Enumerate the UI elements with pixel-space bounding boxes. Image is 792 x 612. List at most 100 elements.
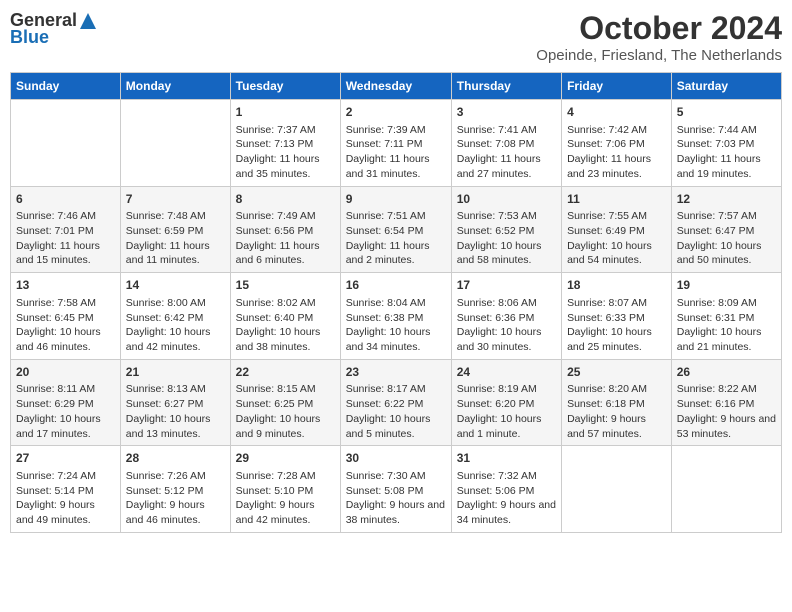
day-number: 12 — [677, 191, 776, 208]
calendar-cell: 19 Sunrise: 8:09 AM Sunset: 6:31 PM Dayli… — [671, 273, 781, 360]
logo-icon — [79, 12, 97, 30]
calendar-cell: 2Sunrise: 7:39 AM Sunset: 7:11 PM Daylig… — [340, 100, 451, 187]
cell-content: Sunrise: 7:51 AM Sunset: 6:54 PM Dayligh… — [346, 209, 446, 268]
cell-content: Sunrise: 7:24 AM Sunset: 5:14 PM Dayligh… — [16, 469, 115, 528]
day-number: 31 — [457, 450, 556, 467]
cell-content: Sunrise: 8:02 AM Sunset: 6:40 PM Dayligh… — [236, 296, 335, 355]
calendar-cell: 25Sunrise: 8:20 AM Sunset: 6:18 PM Dayli… — [562, 359, 672, 446]
calendar-cell: 10Sunrise: 7:53 AM Sunset: 6:52 PM Dayli… — [451, 186, 561, 273]
day-number: 27 — [16, 450, 115, 467]
cell-content: Sunrise: 8:17 AM Sunset: 6:22 PM Dayligh… — [346, 382, 446, 441]
day-number: 1 — [236, 104, 335, 121]
calendar-cell: 5Sunrise: 7:44 AM Sunset: 7:03 PM Daylig… — [671, 100, 781, 187]
day-number: 11 — [567, 191, 666, 208]
calendar-cell: 22Sunrise: 8:15 AM Sunset: 6:25 PM Dayli… — [230, 359, 340, 446]
cell-content: Sunrise: 7:28 AM Sunset: 5:10 PM Dayligh… — [236, 469, 335, 528]
day-number: 28 — [126, 450, 225, 467]
cell-content: Sunrise: 8:22 AM Sunset: 6:16 PM Dayligh… — [677, 382, 776, 441]
day-number: 19 — [677, 277, 776, 294]
calendar-cell: 28Sunrise: 7:26 AM Sunset: 5:12 PM Dayli… — [120, 446, 230, 533]
calendar-cell: 11Sunrise: 7:55 AM Sunset: 6:49 PM Dayli… — [562, 186, 672, 273]
cell-content: Sunrise: 8:04 AM Sunset: 6:38 PM Dayligh… — [346, 296, 446, 355]
calendar-cell: 12Sunrise: 7:57 AM Sunset: 6:47 PM Dayli… — [671, 186, 781, 273]
day-number: 7 — [126, 191, 225, 208]
calendar-week-row: 6Sunrise: 7:46 AM Sunset: 7:01 PM Daylig… — [11, 186, 782, 273]
day-number: 2 — [346, 104, 446, 121]
cell-content: Sunrise: 7:57 AM Sunset: 6:47 PM Dayligh… — [677, 209, 776, 268]
calendar-cell: 14Sunrise: 8:00 AM Sunset: 6:42 PM Dayli… — [120, 273, 230, 360]
calendar-week-row: 27 Sunrise: 7:24 AM Sunset: 5:14 PM Dayli… — [11, 446, 782, 533]
cell-content: Sunrise: 7:37 AM Sunset: 7:13 PM Dayligh… — [236, 123, 335, 182]
calendar-cell: 1 Sunrise: 7:37 AM Sunset: 7:13 PM Daylig… — [230, 100, 340, 187]
day-number: 23 — [346, 364, 446, 381]
day-number: 6 — [16, 191, 115, 208]
calendar-header-row: SundayMondayTuesdayWednesdayThursdayFrid… — [11, 73, 782, 100]
cell-content: Sunrise: 8:19 AM Sunset: 6:20 PM Dayligh… — [457, 382, 556, 441]
day-number: 16 — [346, 277, 446, 294]
calendar-cell: 20Sunrise: 8:11 AM Sunset: 6:29 PM Dayli… — [11, 359, 121, 446]
calendar-cell — [11, 100, 121, 187]
cell-content: Sunrise: 7:58 AM Sunset: 6:45 PM Dayligh… — [16, 296, 115, 355]
day-number: 25 — [567, 364, 666, 381]
cell-content: Sunrise: 8:13 AM Sunset: 6:27 PM Dayligh… — [126, 382, 225, 441]
calendar-cell: 26Sunrise: 8:22 AM Sunset: 6:16 PM Dayli… — [671, 359, 781, 446]
header-saturday: Saturday — [671, 73, 781, 100]
cell-content: Sunrise: 8:11 AM Sunset: 6:29 PM Dayligh… — [16, 382, 115, 441]
day-number: 29 — [236, 450, 335, 467]
calendar-cell: 23Sunrise: 8:17 AM Sunset: 6:22 PM Dayli… — [340, 359, 451, 446]
day-number: 4 — [567, 104, 666, 121]
cell-content: Sunrise: 7:44 AM Sunset: 7:03 PM Dayligh… — [677, 123, 776, 182]
title-block: October 2024 Opeinde, Friesland, The Net… — [536, 10, 782, 64]
calendar-cell: 15 Sunrise: 8:02 AM Sunset: 6:40 PM Dayli… — [230, 273, 340, 360]
calendar-cell: 6Sunrise: 7:46 AM Sunset: 7:01 PM Daylig… — [11, 186, 121, 273]
day-number: 17 — [457, 277, 556, 294]
logo: General Blue — [10, 10, 97, 48]
day-number: 26 — [677, 364, 776, 381]
header-friday: Friday — [562, 73, 672, 100]
day-number: 21 — [126, 364, 225, 381]
day-number: 9 — [346, 191, 446, 208]
calendar-table: SundayMondayTuesdayWednesdayThursdayFrid… — [10, 72, 782, 533]
location-title: Opeinde, Friesland, The Netherlands — [536, 47, 782, 64]
cell-content: Sunrise: 8:07 AM Sunset: 6:33 PM Dayligh… — [567, 296, 666, 355]
page-header: General Blue October 2024 Opeinde, Fries… — [10, 10, 782, 64]
day-number: 14 — [126, 277, 225, 294]
calendar-cell — [671, 446, 781, 533]
header-monday: Monday — [120, 73, 230, 100]
day-number: 10 — [457, 191, 556, 208]
calendar-cell: 13 Sunrise: 7:58 AM Sunset: 6:45 PM Dayli… — [11, 273, 121, 360]
cell-content: Sunrise: 7:32 AM Sunset: 5:06 PM Dayligh… — [457, 469, 556, 528]
cell-content: Sunrise: 7:41 AM Sunset: 7:08 PM Dayligh… — [457, 123, 556, 182]
cell-content: Sunrise: 7:49 AM Sunset: 6:56 PM Dayligh… — [236, 209, 335, 268]
logo-blue-text: Blue — [10, 27, 49, 48]
day-number: 8 — [236, 191, 335, 208]
cell-content: Sunrise: 7:30 AM Sunset: 5:08 PM Dayligh… — [346, 469, 446, 528]
cell-content: Sunrise: 8:20 AM Sunset: 6:18 PM Dayligh… — [567, 382, 666, 441]
calendar-cell: 17Sunrise: 8:06 AM Sunset: 6:36 PM Dayli… — [451, 273, 561, 360]
cell-content: Sunrise: 7:48 AM Sunset: 6:59 PM Dayligh… — [126, 209, 225, 268]
cell-content: Sunrise: 7:53 AM Sunset: 6:52 PM Dayligh… — [457, 209, 556, 268]
cell-content: Sunrise: 7:42 AM Sunset: 7:06 PM Dayligh… — [567, 123, 666, 182]
header-sunday: Sunday — [11, 73, 121, 100]
day-number: 20 — [16, 364, 115, 381]
calendar-cell: 31 Sunrise: 7:32 AM Sunset: 5:06 PM Dayli… — [451, 446, 561, 533]
calendar-week-row: 20Sunrise: 8:11 AM Sunset: 6:29 PM Dayli… — [11, 359, 782, 446]
calendar-cell — [120, 100, 230, 187]
month-title: October 2024 — [536, 10, 782, 47]
calendar-cell: 4 Sunrise: 7:42 AM Sunset: 7:06 PM Daylig… — [562, 100, 672, 187]
day-number: 15 — [236, 277, 335, 294]
calendar-cell: 21Sunrise: 8:13 AM Sunset: 6:27 PM Dayli… — [120, 359, 230, 446]
calendar-cell: 27 Sunrise: 7:24 AM Sunset: 5:14 PM Dayli… — [11, 446, 121, 533]
calendar-cell: 16 Sunrise: 8:04 AM Sunset: 6:38 PM Dayli… — [340, 273, 451, 360]
cell-content: Sunrise: 7:46 AM Sunset: 7:01 PM Dayligh… — [16, 209, 115, 268]
calendar-cell: 30 Sunrise: 7:30 AM Sunset: 5:08 PM Dayli… — [340, 446, 451, 533]
cell-content: Sunrise: 8:09 AM Sunset: 6:31 PM Dayligh… — [677, 296, 776, 355]
day-number: 18 — [567, 277, 666, 294]
calendar-cell: 29 Sunrise: 7:28 AM Sunset: 5:10 PM Dayli… — [230, 446, 340, 533]
day-number: 13 — [16, 277, 115, 294]
calendar-cell: 3 Sunrise: 7:41 AM Sunset: 7:08 PM Daylig… — [451, 100, 561, 187]
calendar-week-row: 13 Sunrise: 7:58 AM Sunset: 6:45 PM Dayli… — [11, 273, 782, 360]
day-number: 30 — [346, 450, 446, 467]
day-number: 3 — [457, 104, 556, 121]
cell-content: Sunrise: 8:15 AM Sunset: 6:25 PM Dayligh… — [236, 382, 335, 441]
